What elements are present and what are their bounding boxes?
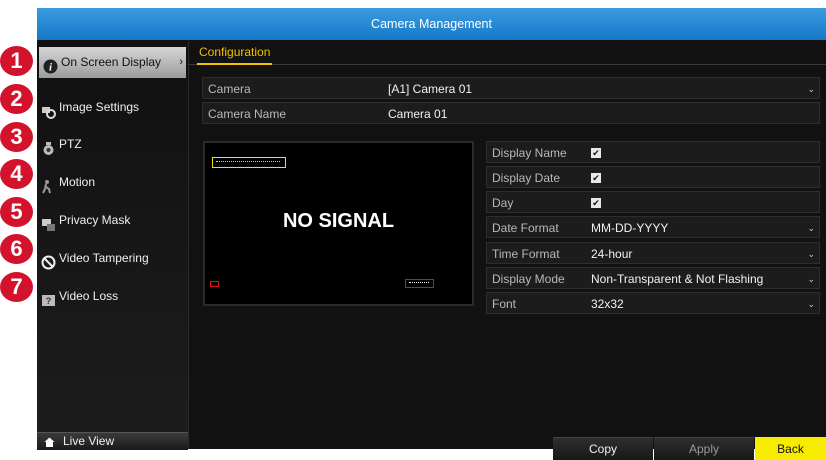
window-title: Camera Management	[37, 8, 826, 40]
sidebar: i On Screen Display › Image Settings PTZ…	[37, 40, 189, 450]
time-format-label: Time Format	[492, 247, 560, 261]
camera-name-label: Camera Name	[208, 107, 287, 121]
date-format-select[interactable]: Date Format MM-DD-YYYY ⌄	[486, 216, 820, 238]
tab-bar: Configuration	[189, 40, 826, 65]
image-settings-icon	[41, 100, 56, 119]
privacy-mask-icon	[41, 213, 56, 231]
callout-badge: 3	[0, 122, 33, 152]
callout-badge: 6	[0, 234, 33, 264]
day-label: Day	[492, 196, 514, 210]
callout-badge: 5	[0, 197, 33, 227]
camera-label: Camera	[208, 82, 251, 96]
display-date-row: Display Date ✔	[486, 166, 820, 188]
date-format-value: MM-DD-YYYY	[591, 221, 669, 235]
display-name-row: Display Name ✔	[486, 141, 820, 163]
sidebar-item-label: Video Tampering	[59, 251, 149, 265]
camera-name-field[interactable]: Camera 01	[388, 103, 447, 125]
sidebar-item-label: Motion	[59, 175, 96, 189]
camera-name-row: Camera Name Camera 01	[202, 102, 820, 124]
chevron-right-icon: ›	[179, 56, 183, 68]
font-value: 32x32	[591, 297, 624, 311]
sidebar-item-ptz[interactable]: PTZ	[37, 129, 188, 160]
font-select[interactable]: Font 32x32 ⌄	[486, 292, 820, 314]
ptz-camera-icon	[41, 137, 56, 155]
osd-rec-indicator	[210, 281, 219, 287]
display-date-checkbox[interactable]: ✔	[591, 172, 601, 183]
display-mode-label: Display Mode	[492, 272, 565, 286]
sidebar-item-video-tampering[interactable]: Video Tampering	[37, 243, 188, 274]
info-icon: i	[43, 55, 58, 74]
sidebar-item-motion[interactable]: Motion	[37, 167, 188, 198]
sidebar-item-label: On Screen Display	[61, 55, 162, 69]
chevron-down-icon: ⌄	[807, 84, 815, 94]
display-mode-value: Non-Transparent & Not Flashing	[591, 272, 764, 286]
video-loss-icon: ?	[41, 289, 56, 306]
time-format-value: 24-hour	[591, 247, 633, 261]
display-name-checkbox[interactable]: ✔	[591, 147, 601, 158]
time-format-select[interactable]: Time Format 24-hour ⌄	[486, 242, 820, 264]
camera-value: [A1] Camera 01	[388, 82, 473, 96]
sidebar-item-privacy-mask[interactable]: Privacy Mask	[37, 205, 188, 236]
sidebar-item-label: Video Loss	[59, 289, 119, 303]
no-signal-text: NO SIGNAL	[282, 210, 395, 232]
chevron-down-icon: ⌄	[807, 274, 815, 284]
day-row: Day ✔	[486, 191, 820, 213]
video-tampering-icon	[41, 251, 56, 270]
callout-badge: 7	[0, 272, 33, 302]
home-icon	[44, 436, 55, 453]
sidebar-item-on-screen-display[interactable]: i On Screen Display ›	[39, 47, 186, 78]
sidebar-item-label: Image Settings	[59, 100, 140, 114]
date-format-label: Date Format	[492, 221, 559, 235]
live-view-button[interactable]: Live View	[37, 432, 188, 450]
sidebar-item-label: Privacy Mask	[59, 213, 131, 227]
display-date-label: Display Date	[492, 171, 561, 185]
tab-configuration[interactable]: Configuration	[197, 40, 273, 65]
chevron-down-icon: ⌄	[807, 249, 815, 259]
osd-camera-name-box[interactable]	[212, 157, 286, 168]
callout-badge: 2	[0, 84, 33, 114]
chevron-down-icon: ⌄	[807, 223, 815, 233]
camera-select[interactable]: Camera [A1] Camera 01 ⌄	[202, 77, 820, 99]
svg-text:?: ?	[46, 296, 52, 306]
display-mode-select[interactable]: Display Mode Non-Transparent & Not Flash…	[486, 267, 820, 289]
camera-management-window: Camera Management i On Screen Display › …	[37, 8, 826, 460]
display-name-label: Display Name	[492, 146, 567, 160]
callout-badge: 1	[0, 46, 33, 76]
configuration-panel: Configuration Camera [A1] Camera 01 ⌄ Ca…	[189, 40, 826, 460]
font-label: Font	[492, 297, 517, 311]
chevron-down-icon: ⌄	[807, 299, 815, 309]
motion-icon	[41, 175, 56, 194]
day-checkbox[interactable]: ✔	[591, 197, 601, 208]
sidebar-item-label: PTZ	[59, 137, 82, 151]
osd-date-box[interactable]	[405, 279, 434, 288]
sidebar-item-image-settings[interactable]: Image Settings	[37, 92, 188, 123]
live-view-label: Live View	[63, 434, 115, 448]
callout-badge: 4	[0, 159, 33, 189]
camera-preview[interactable]: NO SIGNAL	[203, 141, 474, 306]
sidebar-item-video-loss[interactable]: ? Video Loss	[37, 281, 188, 312]
